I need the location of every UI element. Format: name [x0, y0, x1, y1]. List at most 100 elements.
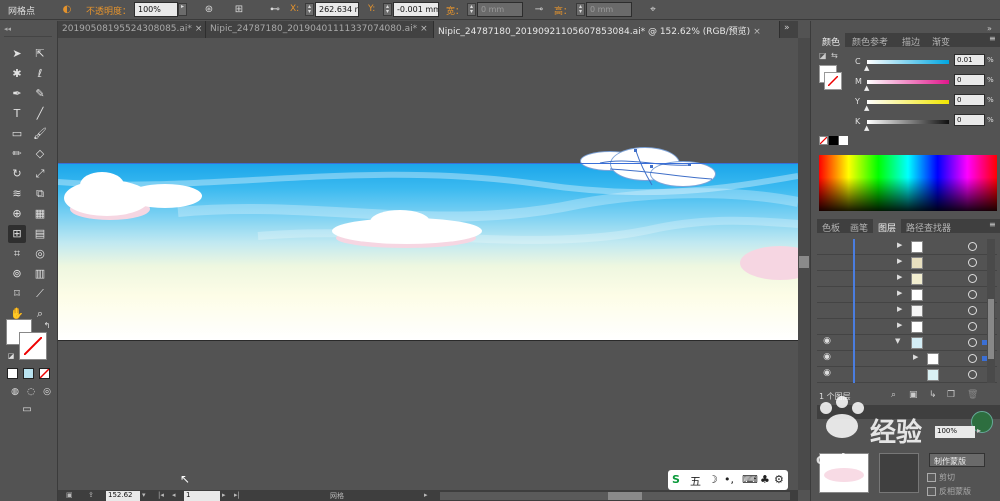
opacity-dropdown-button[interactable]: ▸	[178, 3, 187, 16]
free-transform-tool-icon[interactable]: ⧉	[31, 185, 49, 203]
tab-document-3[interactable]: Nipic_24787180_20190921105607853084.ai* …	[434, 21, 780, 38]
layer-row[interactable]: ▶	[817, 255, 997, 271]
target-icon[interactable]	[968, 338, 977, 347]
line-tool-icon[interactable]: ╱	[31, 105, 49, 123]
panel-stroke-swatch[interactable]	[824, 72, 842, 90]
default-colors-icon[interactable]: ◪	[2, 347, 20, 365]
horizontal-scrollbar[interactable]	[440, 492, 790, 500]
layers-scrollbar[interactable]	[987, 239, 995, 383]
artboard-number-field[interactable]: 1	[184, 491, 220, 501]
black-color-swatch[interactable]	[829, 136, 838, 145]
screen-mode-icon[interactable]: ▭	[18, 401, 36, 419]
white-color-swatch[interactable]	[839, 136, 848, 145]
slider-value-k[interactable]: 0	[954, 114, 985, 126]
slider-thumb-k[interactable]: ▲	[864, 124, 869, 132]
slider-value-c[interactable]: 0.01	[954, 54, 985, 66]
vertical-scrollbar[interactable]	[798, 38, 810, 490]
tab-pathfinder[interactable]: 路径查找器	[901, 219, 956, 234]
color-spectrum[interactable]	[819, 155, 997, 211]
panel-menu-icon[interactable]: ≡	[989, 220, 996, 229]
slider-track-m[interactable]	[867, 80, 949, 84]
column-graph-tool-icon[interactable]: ▥	[31, 265, 49, 283]
prev-artboard-icon[interactable]: ◂	[172, 491, 176, 499]
color-mode-icon[interactable]	[7, 368, 18, 379]
curvature-tool-icon[interactable]: ✎	[31, 85, 49, 103]
rectangle-tool-icon[interactable]: ▭	[8, 125, 26, 143]
style-circle-icon[interactable]: ⊛	[202, 3, 216, 17]
expand-icon[interactable]: ▶	[897, 305, 902, 313]
paintbrush-tool-icon[interactable]: 🖌	[31, 125, 49, 143]
none-mode-icon[interactable]	[39, 368, 50, 379]
mesh-tool-icon[interactable]: ⊞	[8, 225, 26, 243]
target-icon[interactable]	[968, 370, 977, 379]
layer-row[interactable]: ▶	[817, 319, 997, 335]
ime-keyboard-icon[interactable]: ⌨	[742, 473, 758, 486]
first-artboard-icon[interactable]: |◂	[158, 491, 164, 499]
expand-icon[interactable]: ▶	[897, 289, 902, 297]
target-icon[interactable]	[968, 274, 977, 283]
ime-mode-label[interactable]: 五	[690, 473, 701, 489]
shape-builder-tool-icon[interactable]: ⊕	[8, 205, 26, 223]
close-icon[interactable]: ×	[420, 24, 428, 34]
y-field[interactable]: -0.001 mm	[393, 2, 439, 17]
last-artboard-icon[interactable]: ▸|	[234, 491, 240, 499]
horizontal-scroll-thumb[interactable]	[608, 492, 642, 500]
ime-tools-icon[interactable]: ⚙	[774, 473, 784, 486]
close-icon[interactable]: ×	[195, 24, 203, 34]
slider-track-c[interactable]	[867, 60, 949, 64]
height-field[interactable]: 0 mm	[586, 2, 632, 17]
stroke-swatch[interactable]	[19, 332, 47, 360]
draw-inside-icon[interactable]: ◎	[38, 383, 56, 401]
more-transform-icon[interactable]: ⌖	[646, 3, 660, 17]
ime-skin-icon[interactable]: ♣	[760, 473, 770, 486]
y-stepper[interactable]: ▴ ▾	[383, 3, 392, 16]
expand-icon[interactable]: ▶	[913, 353, 918, 361]
tab-layers[interactable]: 图层	[873, 219, 902, 234]
perspective-grid-tool-icon[interactable]: ▦	[31, 205, 49, 223]
clip-checkbox[interactable]	[927, 473, 936, 482]
target-icon[interactable]	[968, 354, 977, 363]
opacity-label[interactable]: 不透明度：	[86, 4, 131, 17]
visibility-eye-icon[interactable]: ◉	[820, 368, 834, 382]
ime-punctuation-icon[interactable]: •,	[724, 473, 734, 486]
slider-thumb-y[interactable]: ▲	[864, 104, 869, 112]
target-icon[interactable]	[968, 290, 977, 299]
toolbox-grip[interactable]: ◂◂	[4, 25, 52, 37]
tab-stroke[interactable]: 描边	[897, 33, 925, 48]
slider-value-y[interactable]: 0	[954, 94, 985, 106]
target-icon[interactable]	[968, 242, 977, 251]
slider-thumb-c[interactable]: ▲	[864, 64, 869, 72]
visibility-eye-icon[interactable]: ◉	[820, 352, 834, 366]
target-icon[interactable]	[968, 258, 977, 267]
slider-thumb-m[interactable]: ▲	[864, 84, 869, 92]
artboard-nav-icon[interactable]: ▣	[66, 491, 73, 499]
swap-fill-stroke-icon[interactable]: ↰	[38, 317, 56, 335]
ime-logo-icon[interactable]: S	[672, 473, 680, 486]
transform-icon[interactable]: ⊞	[232, 3, 246, 17]
selection-tool-icon[interactable]: ➤	[8, 45, 26, 63]
scroll-thumb[interactable]	[799, 256, 809, 268]
expand-icon[interactable]: ▶	[897, 257, 902, 265]
layer-row[interactable]: ▶	[817, 287, 997, 303]
none-color-swatch[interactable]	[819, 136, 828, 145]
delete-layer-icon[interactable]: 🗑	[967, 390, 978, 400]
tab-document-1[interactable]: 20190508195524308085.ai* ×	[58, 21, 206, 38]
slider-value-m[interactable]: 0	[954, 74, 985, 86]
recolor-icon[interactable]: ◐	[60, 3, 74, 17]
magic-wand-tool-icon[interactable]: ✱	[8, 65, 26, 83]
x-field[interactable]: 262.634 n	[315, 2, 359, 17]
status-menu-icon[interactable]: ▸	[424, 491, 428, 499]
slider-track-y[interactable]	[867, 100, 949, 104]
opacity-field[interactable]: 100%	[134, 2, 178, 17]
zoom-field[interactable]: 152.62	[106, 491, 140, 501]
tab-color[interactable]: 颜色	[817, 33, 846, 48]
swap-icon[interactable]: ⇆	[831, 51, 838, 60]
layers-scroll-thumb[interactable]	[988, 299, 994, 359]
layer-row[interactable]: ◉	[817, 367, 997, 383]
dock-collapse-icon[interactable]: »	[987, 24, 992, 33]
layer-row[interactable]: ◉ ▼	[817, 335, 997, 351]
opacity-dropdown-icon[interactable]: ▸	[977, 426, 981, 435]
zoom-dropdown-icon[interactable]: ▾	[142, 491, 146, 499]
invert-mask-checkbox[interactable]	[927, 487, 936, 496]
eraser-tool-icon[interactable]: ◇	[31, 145, 49, 163]
